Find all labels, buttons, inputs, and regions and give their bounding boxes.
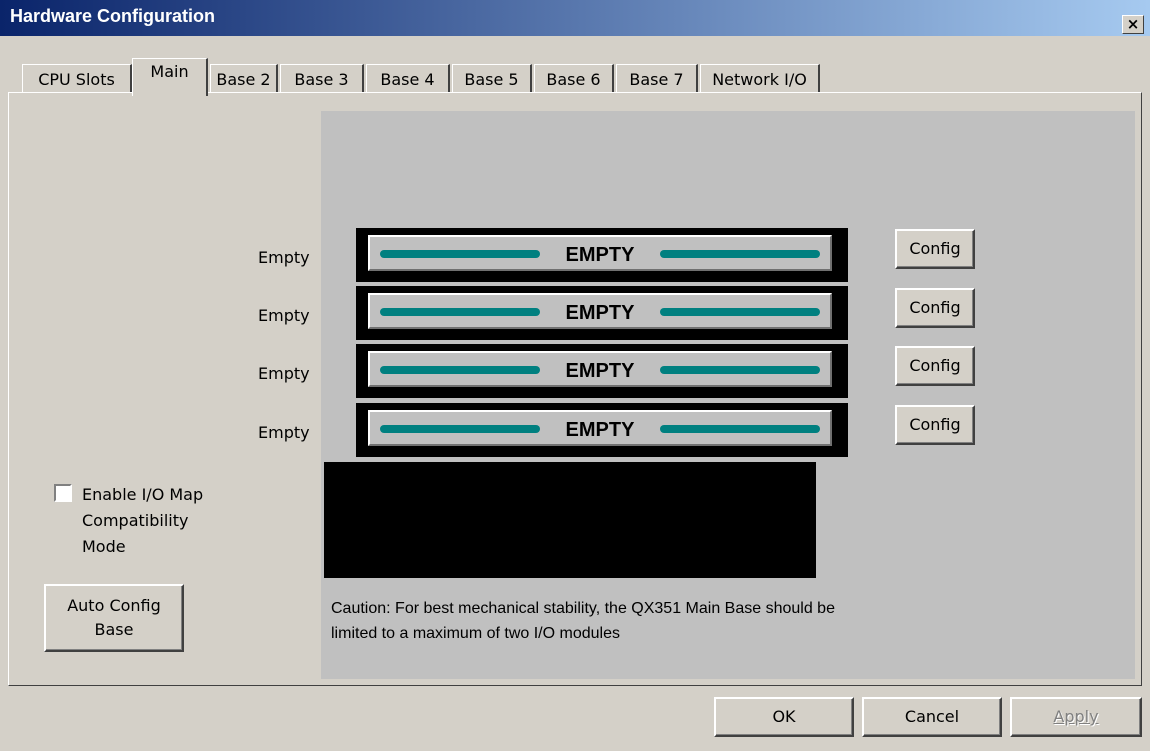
config-button-1[interactable]: Config — [895, 229, 975, 269]
compat-label-line-3: Mode — [82, 537, 126, 556]
tab-base-2[interactable]: Base 2 — [210, 64, 278, 94]
compat-mode-label: Enable I/O Map Compatibility Mode — [82, 482, 262, 560]
tab-label: Base 2 — [216, 70, 271, 89]
button-label: Config — [909, 298, 961, 317]
slot-2[interactable]: EMPTY — [356, 286, 848, 340]
compat-label-line-1: Enable I/O Map — [82, 485, 204, 504]
compat-label-line-2: Compatibility — [82, 511, 189, 530]
ok-button[interactable]: OK — [714, 697, 854, 737]
tab-label: Base 3 — [294, 70, 349, 89]
auto-config-base-button[interactable]: Auto Config Base — [44, 584, 184, 652]
slot-4-label: Empty — [258, 423, 310, 442]
tab-label: Base 5 — [464, 70, 519, 89]
tab-base-5[interactable]: Base 5 — [452, 64, 532, 94]
slot-1[interactable]: EMPTY — [356, 228, 848, 282]
slot-module: EMPTY — [368, 293, 832, 329]
apply-button[interactable]: Apply — [1010, 697, 1142, 737]
button-label: Cancel — [904, 707, 960, 726]
slot-1-label: Empty — [258, 248, 310, 267]
tab-network-io[interactable]: Network I/O — [700, 64, 820, 94]
button-label: Config — [909, 356, 961, 375]
tab-base-4[interactable]: Base 4 — [366, 64, 450, 94]
tab-cpu-slots[interactable]: CPU Slots — [22, 64, 132, 94]
window-title: Hardware Configuration — [10, 6, 216, 26]
cancel-button[interactable]: Cancel — [862, 697, 1002, 737]
tab-main[interactable]: Main — [132, 58, 208, 96]
base-graphic — [324, 462, 816, 578]
slot-3-label: Empty — [258, 364, 310, 383]
close-icon: × — [1126, 15, 1140, 33]
slot-module-text: EMPTY — [565, 419, 635, 441]
button-label: Apply — [1053, 707, 1099, 726]
button-label: Auto Config — [67, 596, 161, 615]
slot-module-text: EMPTY — [565, 302, 635, 324]
tab-base-6[interactable]: Base 6 — [534, 64, 614, 94]
slot-2-label: Empty — [258, 306, 310, 325]
config-button-2[interactable]: Config — [895, 288, 975, 328]
slot-3[interactable]: EMPTY — [356, 344, 848, 398]
slot-4[interactable]: EMPTY — [356, 403, 848, 457]
slot-module: EMPTY — [368, 235, 832, 271]
tab-label: Network I/O — [712, 70, 807, 89]
config-button-3[interactable]: Config — [895, 346, 975, 386]
tab-base-7[interactable]: Base 7 — [616, 64, 698, 94]
slot-module: EMPTY — [368, 351, 832, 387]
caution-line-2: limited to a maximum of two I/O modules — [331, 625, 620, 642]
tab-label: Base 4 — [380, 70, 435, 89]
slot-module-text: EMPTY — [565, 360, 635, 382]
button-label: Base — [94, 620, 134, 639]
title-bar: Hardware Configuration × — [0, 0, 1150, 36]
tab-base-3[interactable]: Base 3 — [280, 64, 364, 94]
caution-line-1: Caution: For best mechanical stability, … — [331, 600, 835, 617]
tab-label: Base 6 — [546, 70, 601, 89]
config-button-4[interactable]: Config — [895, 405, 975, 445]
slot-module-text: EMPTY — [565, 244, 635, 266]
caution-text: Caution: For best mechanical stability, … — [331, 596, 1031, 646]
button-label: OK — [772, 707, 796, 726]
close-button[interactable]: × — [1122, 15, 1144, 34]
button-label: Config — [909, 415, 961, 434]
compat-mode-checkbox[interactable] — [54, 484, 72, 502]
tab-label: Main — [150, 62, 189, 81]
slot-module: EMPTY — [368, 410, 832, 446]
tab-label: Base 7 — [629, 70, 684, 89]
button-label: Config — [909, 239, 961, 258]
tab-label: CPU Slots — [38, 70, 115, 89]
